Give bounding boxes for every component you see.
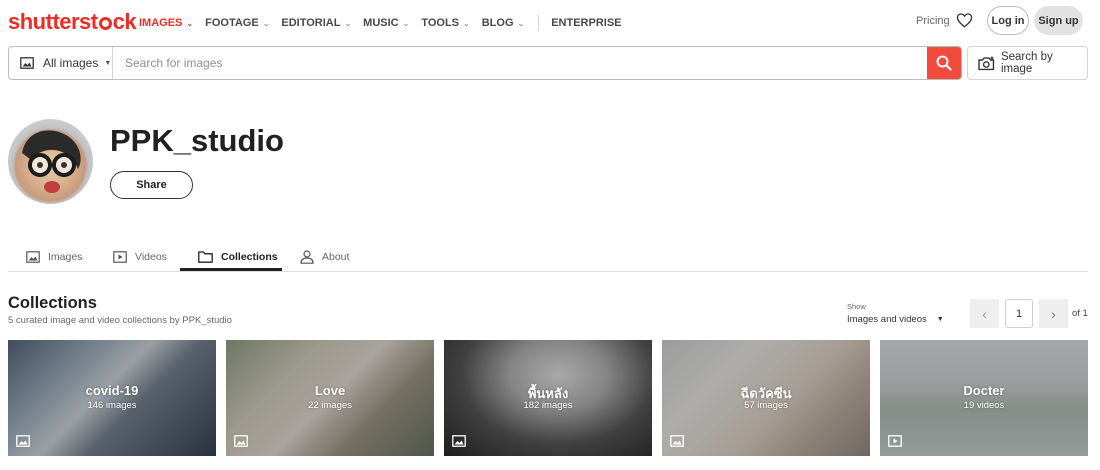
collection-name: covid-19: [85, 383, 139, 398]
collection-count: 146 images: [87, 400, 137, 411]
page-number-input[interactable]: 1: [1005, 299, 1033, 328]
camera-icon: [978, 56, 995, 70]
image-icon: [20, 57, 34, 69]
previous-page-button[interactable]: ‹: [970, 299, 999, 328]
search-bar: All images ▼: [8, 46, 962, 80]
show-filter-dropdown[interactable]: Images and videos ▼: [847, 314, 944, 325]
menu-item-enterprise[interactable]: ENTERPRISE: [551, 17, 621, 29]
active-tab-indicator: [180, 268, 282, 271]
image-icon: [26, 251, 40, 263]
collection-count: 19 videos: [963, 400, 1005, 411]
menu-item-editorial[interactable]: EDITORIAL ⌄: [281, 17, 351, 29]
collection-name: Docter: [963, 383, 1005, 398]
image-icon: [670, 435, 684, 447]
pricing-link[interactable]: Pricing: [916, 15, 950, 27]
avatar-image: [22, 130, 81, 193]
folder-icon: [198, 251, 213, 263]
card-overlay: [226, 340, 434, 456]
show-filter-value: Images and videos: [847, 314, 927, 325]
search-by-image-label: Search by image: [1000, 51, 1053, 75]
chevron-down-icon: ⌄: [517, 18, 525, 28]
search-type-label: All images: [43, 56, 99, 70]
share-button[interactable]: Share: [110, 171, 193, 199]
show-label: Show: [847, 302, 866, 311]
collection-count: 57 images: [744, 400, 788, 411]
search-input[interactable]: [113, 47, 927, 79]
collection-card[interactable]: พื้นหลัง 182 images: [444, 340, 652, 456]
chevron-left-icon: ‹: [982, 305, 987, 322]
menu-item-music[interactable]: MUSIC ⌄: [363, 17, 409, 29]
chevron-right-icon: ›: [1051, 305, 1056, 322]
shutterstock-logo[interactable]: shutterst ck: [8, 9, 137, 35]
chevron-down-icon: ⌄: [402, 18, 410, 28]
tab-about[interactable]: About: [300, 243, 349, 271]
card-overlay: [880, 340, 1088, 456]
menu-divider: [538, 15, 540, 31]
chevron-down-icon: ⌄: [186, 18, 194, 28]
signup-button[interactable]: Sign up: [1034, 6, 1083, 35]
image-icon: [452, 435, 466, 447]
menu-item-tools[interactable]: TOOLS ⌄: [421, 17, 469, 29]
search-by-image-button[interactable]: Search by image: [967, 46, 1088, 80]
image-icon: [234, 435, 248, 447]
top-navigation: shutterst ck IMAGES ⌄ FOOTAGE ⌄ EDITORIAL ⌄ …: [0, 0, 1100, 42]
collection-count: 182 images: [523, 400, 573, 411]
card-overlay: [8, 340, 216, 456]
next-page-button[interactable]: ›: [1039, 299, 1068, 328]
tab-collections[interactable]: Collections: [198, 243, 278, 271]
heart-icon[interactable]: [956, 12, 973, 28]
main-menu: IMAGES ⌄ FOOTAGE ⌄ EDITORIAL ⌄ MUSIC ⌄ TOOLS…: [139, 15, 634, 31]
person-icon: [300, 250, 314, 264]
video-icon: [888, 435, 902, 447]
video-icon: [113, 251, 127, 263]
caret-down-icon: ▼: [104, 59, 112, 67]
collections-subtitle: 5 curated image and video collections by…: [8, 315, 232, 326]
menu-item-footage[interactable]: FOOTAGE ⌄: [205, 17, 269, 29]
profile-name: PPK_studio: [110, 123, 284, 158]
collections-grid: covid-19 146 images Love 22 images พื้นห…: [8, 340, 1088, 456]
collection-count: 22 images: [308, 400, 352, 411]
caret-down-icon: ▼: [936, 316, 944, 323]
collections-title: Collections: [8, 294, 97, 312]
avatar: [8, 119, 93, 204]
collection-card[interactable]: covid-19 146 images: [8, 340, 216, 456]
chevron-down-icon: ⌄: [463, 18, 470, 28]
login-button[interactable]: Log in: [987, 6, 1029, 35]
collection-card[interactable]: Love 22 images: [226, 340, 434, 456]
collection-card[interactable]: ฉีดวัคซีน 57 images: [662, 340, 870, 456]
profile-tabs: Images Videos Collections About: [8, 243, 1088, 272]
collection-name: Love: [314, 383, 346, 398]
search-icon: [936, 55, 952, 71]
chevron-down-icon: ⌄: [262, 18, 270, 28]
chevron-down-icon: ⌄: [344, 18, 352, 28]
tab-images[interactable]: Images: [26, 243, 82, 271]
search-button[interactable]: [927, 47, 961, 79]
page-total: of 1: [1072, 308, 1088, 319]
image-icon: [16, 435, 30, 447]
menu-item-images[interactable]: IMAGES ⌄: [139, 17, 193, 29]
tab-videos[interactable]: Videos: [113, 243, 167, 271]
menu-item-blog[interactable]: BLOG ⌄: [482, 17, 524, 29]
collection-card[interactable]: Docter 19 videos: [880, 340, 1088, 456]
search-type-dropdown[interactable]: All images ▼: [9, 47, 113, 79]
